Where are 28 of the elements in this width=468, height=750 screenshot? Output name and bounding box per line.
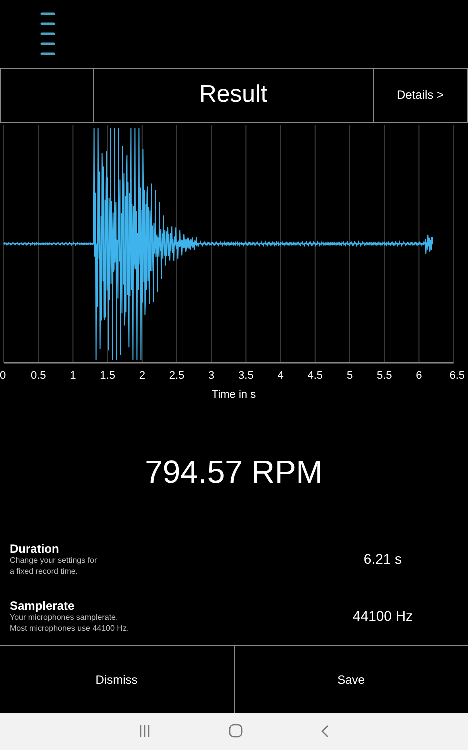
setting-label: Duration <box>10 542 60 556</box>
back-icon[interactable] <box>321 724 329 738</box>
tick-label: 1 <box>70 370 76 382</box>
setting-label: Samplerate <box>10 598 76 614</box>
tick-label: 6 <box>416 370 422 382</box>
result-value: 794.57 RPM <box>145 452 323 492</box>
menu-icon[interactable] <box>40 12 56 56</box>
tick-label: 3.5 <box>238 370 254 382</box>
tick-label: 2.5 <box>169 370 185 382</box>
tick-label: 0.5 <box>30 370 46 382</box>
tick-label: 4 <box>278 370 284 382</box>
tick-label: 3 <box>208 370 215 382</box>
tick-label: 2 <box>139 370 146 382</box>
axis-label: Time in s <box>212 388 256 401</box>
tick-label: 4.5 <box>308 370 324 382</box>
tick-label: 6.5 <box>450 370 465 382</box>
setting-description: Your microphones samplerate. Most microphones use 44100 Hz. <box>10 613 130 635</box>
tick-label: 5.5 <box>376 370 392 382</box>
toolbar-title: Result <box>94 68 374 122</box>
home-icon[interactable] <box>229 724 243 738</box>
setting-description: Change your settings for a fixed record time. <box>10 556 98 578</box>
tick-label: 0 <box>0 370 6 382</box>
setting-value: 44100 Hz <box>352 607 414 626</box>
details-link[interactable]: Details > <box>374 68 467 122</box>
tick-label: 5 <box>346 370 354 382</box>
recent-apps-icon[interactable] <box>139 725 151 738</box>
setting-value: 6.21 s <box>362 550 404 570</box>
tick-label: 1.5 <box>100 370 116 382</box>
